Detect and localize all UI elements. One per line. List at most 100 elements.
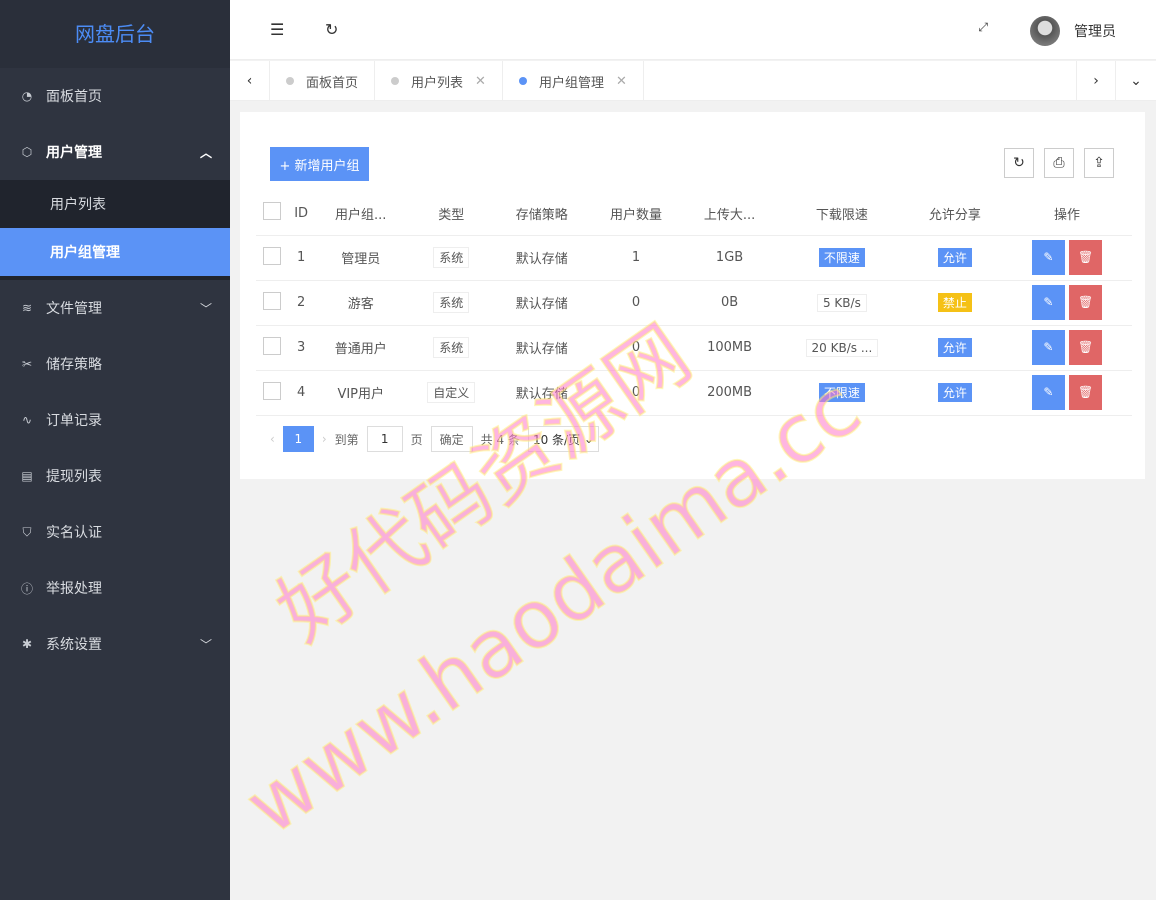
nav-withdrawals[interactable]: ▤提现列表	[0, 448, 230, 504]
table-row: 4 VIP用户 自定义 默认存储 0 200MB 不限速允许 ✎ 🗑	[256, 370, 1132, 415]
cell-id: 2	[289, 280, 314, 325]
chevron-up-icon: ︿	[200, 144, 212, 161]
table-row: 1 管理员 系统 默认存储 1 1GB 不限速允许 ✎ 🗑	[256, 235, 1132, 280]
nav-settings[interactable]: ✱ 系统设置 ﹀	[0, 616, 230, 672]
tabs-menu-button[interactable]: ⌄	[1116, 61, 1156, 101]
tabs-prev-button[interactable]: ‹	[230, 61, 270, 101]
delete-button[interactable]: 🗑	[1069, 285, 1102, 320]
page-size-value: 10 条/页	[533, 431, 580, 448]
chevron-down-icon: ﹀	[200, 636, 212, 653]
shield-icon: ⛉	[20, 525, 34, 540]
nav-label: 系统设置	[46, 634, 102, 654]
nav-verification[interactable]: ⛉实名认证	[0, 504, 230, 560]
info-icon: ⓘ	[20, 580, 34, 597]
print-button[interactable]: ⎙	[1044, 148, 1074, 178]
add-user-group-button[interactable]: + 新增用户组	[270, 147, 369, 181]
cell-storage: 默认存储	[495, 280, 589, 325]
header: ☰ ↻ ⤢ 管理员	[230, 0, 1156, 60]
edit-button[interactable]: ✎	[1032, 330, 1065, 365]
cell-id: 4	[289, 370, 314, 415]
table-row: 3 普通用户 系统 默认存储 0 100MB 20 KB/s ...允许 ✎ 🗑	[256, 325, 1132, 370]
nav-orders[interactable]: ∿订单记录	[0, 392, 230, 448]
nav-label: 用户列表	[50, 194, 106, 214]
col-header: 操作	[1002, 192, 1132, 235]
user-name: 管理员	[1074, 21, 1116, 41]
nav-storage-policy[interactable]: ✂ 储存策略	[0, 336, 230, 392]
tab-dashboard[interactable]: 面板首页	[270, 61, 375, 101]
nav-label: 文件管理	[46, 298, 102, 318]
row-checkbox[interactable]	[256, 235, 289, 280]
tab-user-list[interactable]: 用户列表 ✕	[375, 61, 503, 101]
export-button[interactable]: ⇪	[1084, 148, 1114, 178]
cell-name: 游客	[314, 280, 408, 325]
page-1-button[interactable]: 1	[283, 426, 314, 452]
page-input[interactable]: 1	[367, 426, 403, 452]
cell-upload-size: 0B	[683, 280, 776, 325]
row-checkbox[interactable]	[256, 280, 289, 325]
confirm-page-button[interactable]: 确定	[431, 426, 473, 452]
edit-button[interactable]: ✎	[1032, 285, 1065, 320]
col-header: 下载限速	[776, 192, 908, 235]
collapse-menu-icon[interactable]: ☰	[270, 20, 284, 39]
cell-user-count: 0	[589, 370, 683, 415]
close-icon[interactable]: ✕	[475, 74, 486, 89]
edit-button[interactable]: ✎	[1032, 240, 1065, 275]
tab-user-group[interactable]: 用户组管理✕	[503, 61, 644, 101]
cell-upload-size: 200MB	[683, 370, 776, 415]
nav-user-management[interactable]: ⬡用户管理︿	[0, 124, 230, 180]
cell-id: 3	[289, 325, 314, 370]
tab-label: 用户列表	[411, 72, 463, 91]
next-page-button[interactable]: ›	[322, 432, 327, 446]
nav-dashboard[interactable]: ◔面板首页	[0, 68, 230, 124]
page-size-select[interactable]: 10 条/页 ⌄	[528, 426, 599, 452]
sidebar: 网盘后台 ◔面板首页 ⬡用户管理︿ 用户列表 用户组管理 ≋文件管理﹀ ✂储存策…	[0, 0, 230, 900]
close-icon[interactable]: ✕	[616, 74, 627, 89]
col-header: 上传大...	[683, 192, 776, 235]
cell-user-count: 0	[589, 280, 683, 325]
col-header: 用户数量	[589, 192, 683, 235]
cell-user-count: 1	[589, 235, 683, 280]
cell-storage: 默认存储	[495, 235, 589, 280]
delete-button[interactable]: 🗑	[1069, 330, 1102, 365]
row-checkbox[interactable]	[256, 325, 289, 370]
edit-button[interactable]: ✎	[1032, 375, 1065, 410]
nav-reports[interactable]: ⓘ举报处理	[0, 560, 230, 616]
delete-button[interactable]: 🗑	[1069, 240, 1102, 275]
col-header: 允许分享	[908, 192, 1002, 235]
refresh-icon[interactable]: ↻	[325, 20, 338, 39]
nav-user-group[interactable]: 用户组管理	[0, 228, 230, 276]
speed-limit: 20 KB/s ...	[806, 339, 879, 357]
logo: 网盘后台	[0, 0, 230, 68]
select-all-checkbox[interactable]	[256, 192, 289, 235]
tools-icon: ✂	[20, 357, 34, 371]
tabs-next-button[interactable]: ›	[1076, 61, 1116, 101]
status-badge: 不限速	[819, 383, 865, 402]
speed-limit: 5 KB/s	[817, 294, 867, 312]
refresh-table-button[interactable]: ↻	[1004, 148, 1034, 178]
nav-user-list[interactable]: 用户列表	[0, 180, 230, 228]
pulse-icon: ∿	[20, 413, 34, 427]
type-tag: 系统	[433, 247, 469, 268]
dashboard-icon: ◔	[20, 89, 34, 103]
col-header: 用户组...	[314, 192, 408, 235]
col-header: 类型	[408, 192, 495, 235]
prev-page-button[interactable]: ‹	[270, 432, 275, 446]
content-card: + 新增用户组 ↻ ⎙ ⇪ ID 用户组... 类型 存储策略 用户数量 上传大…	[240, 112, 1145, 479]
cell-id: 1	[289, 235, 314, 280]
gear-icon: ✱	[20, 637, 34, 651]
fullscreen-icon[interactable]: ⤢	[978, 20, 988, 35]
tab-bar: ‹ 面板首页 用户列表 ✕ 用户组管理✕ › ⌄	[230, 61, 1156, 101]
nav-label: 储存策略	[46, 354, 102, 374]
row-checkbox[interactable]	[256, 370, 289, 415]
chevron-down-icon: ﹀	[200, 300, 212, 317]
cell-name: VIP用户	[314, 370, 408, 415]
nav-file-management[interactable]: ≋文件管理﹀	[0, 280, 230, 336]
cell-user-count: 0	[589, 325, 683, 370]
user-menu[interactable]: 管理员	[1030, 16, 1116, 46]
cell-name: 普通用户	[314, 325, 408, 370]
list-icon: ▤	[20, 469, 34, 483]
cell-name: 管理员	[314, 235, 408, 280]
dot-icon	[391, 77, 399, 85]
delete-button[interactable]: 🗑	[1069, 375, 1102, 410]
nav-label: 用户组管理	[50, 242, 120, 262]
